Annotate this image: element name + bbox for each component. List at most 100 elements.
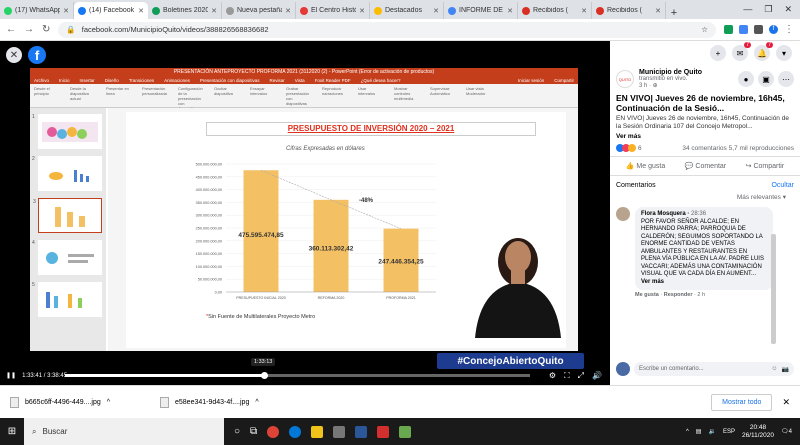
reaction-count[interactable]: 6: [638, 145, 642, 152]
ppt-menu-item[interactable]: Diseño: [105, 78, 119, 83]
taskbar-search[interactable]: ⌕ Buscar: [24, 418, 224, 445]
live-icon[interactable]: ●: [738, 71, 754, 87]
ppt-menu-item[interactable]: Transiciones: [129, 78, 154, 83]
page-name[interactable]: Municipio de Quito: [639, 69, 702, 76]
show-all-downloads-button[interactable]: Mostrar todo: [711, 393, 773, 411]
hide-comments-link[interactable]: Ocultar: [771, 182, 794, 189]
close-tab-icon[interactable]: ✕: [285, 7, 291, 15]
comment-like-link[interactable]: Me gusta: [635, 292, 659, 298]
close-window-button[interactable]: ✕: [784, 4, 792, 15]
ppt-ribbon-command[interactable]: Desde el principio: [34, 86, 60, 105]
comment-reply-link[interactable]: Responder: [664, 292, 693, 298]
profile-avatar[interactable]: f: [769, 25, 778, 34]
browser-tab[interactable]: (14) Facebook ✕: [74, 2, 148, 19]
extension-check-icon[interactable]: [724, 25, 733, 34]
slide-thumb-2[interactable]: 2: [32, 156, 102, 191]
ppt-ribbon-command[interactable]: Ensayar intervalos: [250, 86, 276, 105]
reload-icon[interactable]: ↻: [42, 24, 50, 35]
browser-tab[interactable]: Recibidos (✕: [518, 2, 592, 19]
ppt-menu-right-item[interactable]: Compartir: [554, 78, 574, 83]
new-tab-button[interactable]: +: [666, 7, 682, 19]
ppt-ribbon-command[interactable]: Usar intervalos: [358, 86, 384, 105]
maximize-button[interactable]: ❐: [764, 4, 772, 15]
page-avatar[interactable]: QUITO: [616, 70, 634, 88]
ppt-menu-item[interactable]: Revisar: [269, 78, 284, 83]
progress-knob[interactable]: [261, 372, 269, 379]
save-icon[interactable]: ▣: [758, 71, 774, 87]
extension-icon[interactable]: [739, 25, 748, 34]
engagement-stats[interactable]: 34 comentarios 5,7 mil reproducciones: [682, 145, 794, 152]
ppt-menu-item[interactable]: Foxit Reader PDF: [315, 78, 351, 83]
ppt-ribbon-command[interactable]: Mostrar controles multimedia: [394, 86, 420, 105]
back-icon[interactable]: ←: [6, 24, 16, 35]
ppt-ribbon-command[interactable]: Usar vista Moderador: [466, 86, 492, 105]
photos-icon[interactable]: [399, 425, 412, 438]
emoji-icon[interactable]: ☺: [771, 366, 777, 372]
ppt-menu-item[interactable]: Archivo: [34, 78, 49, 83]
account-menu-icon[interactable]: ▾: [776, 45, 792, 61]
browser-tab[interactable]: Recibidos (✕: [592, 2, 666, 19]
store-icon[interactable]: [333, 425, 346, 438]
browser-tab[interactable]: INFORME DE ✕: [444, 2, 518, 19]
ppt-menu-item[interactable]: Animaciones: [164, 78, 190, 83]
ppt-menu-item[interactable]: Vista: [295, 78, 305, 83]
create-plus-icon[interactable]: +: [710, 45, 726, 61]
close-tab-icon[interactable]: ✕: [655, 7, 661, 15]
url-field[interactable]: 🔒 facebook.com/MunicipioQuito/videos/388…: [58, 21, 716, 38]
language-indicator[interactable]: ESP: [723, 429, 735, 435]
video-progress-bar[interactable]: [65, 372, 530, 379]
more-options-icon[interactable]: ⋯: [778, 71, 794, 87]
ppt-ribbon-command[interactable]: Configuración de la presentación con dia…: [178, 86, 204, 111]
network-icon[interactable]: ▤: [696, 428, 702, 435]
close-tab-icon[interactable]: ✕: [138, 7, 144, 15]
star-icon[interactable]: ☆: [701, 25, 708, 34]
close-tab-icon[interactable]: ✕: [211, 7, 217, 15]
slide-thumb-4[interactable]: 4: [32, 240, 102, 275]
comment-see-more[interactable]: Ver más: [641, 279, 767, 287]
chevron-up-icon[interactable]: ^: [686, 429, 689, 435]
ppt-ribbon-command[interactable]: Ocultar diapositiva: [214, 86, 240, 105]
comment-button[interactable]: 💬 Comentar: [685, 162, 726, 170]
messenger-icon[interactable]: ✉ 7: [732, 42, 751, 61]
forward-icon[interactable]: →: [24, 24, 34, 35]
download-item[interactable]: b665c6ff-4496-449....jpg ^: [10, 396, 150, 408]
download-chevron-icon[interactable]: ^: [255, 399, 258, 406]
chrome-icon[interactable]: [267, 425, 280, 438]
ppt-menu-right-item[interactable]: Iniciar sesión: [518, 78, 544, 83]
slide-thumb-5[interactable]: 5: [32, 282, 102, 317]
fullscreen-icon[interactable]: ⛶: [564, 371, 570, 381]
notifications-bell-icon[interactable]: 🔔 7: [754, 42, 773, 61]
close-tab-icon[interactable]: ✕: [507, 7, 513, 15]
like-button[interactable]: 👍 Me gusta: [626, 162, 665, 170]
puzzle-icon[interactable]: [754, 25, 763, 34]
ppt-menu-item[interactable]: ¿Qué desea hacer?: [361, 78, 401, 83]
ppt-ribbon-command[interactable]: Desde la diapositiva actual: [70, 86, 96, 105]
ppt-ribbon-command[interactable]: Grabar presentación con diapositivas: [286, 86, 312, 106]
browser-tab[interactable]: Nueva pestaña ✕: [222, 2, 296, 19]
close-downloads-icon[interactable]: ✕: [782, 397, 790, 408]
ppt-menu-item[interactable]: Inicio: [59, 78, 70, 83]
volume-icon[interactable]: 🔊: [592, 371, 602, 381]
volume-tray-icon[interactable]: 🔉: [708, 428, 715, 435]
close-viewer-button[interactable]: ✕: [6, 47, 22, 63]
windows-start-icon[interactable]: ⊞: [0, 426, 24, 437]
browser-tab[interactable]: (17) WhatsApp ✕: [0, 2, 74, 19]
task-view-icon[interactable]: ⧉: [250, 426, 257, 437]
browser-tab[interactable]: El Centro Histórico✕: [296, 2, 370, 19]
comments-scrollbar[interactable]: [771, 234, 776, 344]
clock[interactable]: 20:48 26/11/2020: [742, 424, 774, 440]
browser-tab[interactable]: Boletines 2020 ✕: [148, 2, 222, 19]
ppt-ribbon-command[interactable]: Presentación personalizada: [142, 86, 168, 105]
download-item[interactable]: e58ee341-9d43-4f....jpg ^: [160, 396, 300, 408]
file-explorer-icon[interactable]: [311, 425, 324, 438]
reaction-icons[interactable]: [616, 144, 636, 152]
ppt-ribbon-command[interactable]: Presentar en línea: [106, 86, 132, 105]
ppt-ribbon-command[interactable]: Supervisar: Automático: [430, 86, 456, 105]
comment-author[interactable]: Flora Mosquera · 28:36: [641, 211, 767, 219]
minimize-button[interactable]: —: [743, 4, 752, 15]
menu-dots-icon[interactable]: ⋮: [784, 24, 794, 35]
pdf-reader-icon[interactable]: [377, 425, 390, 438]
ppt-menu-item[interactable]: Insertar: [80, 78, 95, 83]
expand-icon[interactable]: ⤢: [578, 371, 584, 381]
settings-gear-icon[interactable]: ⚙: [549, 371, 556, 381]
